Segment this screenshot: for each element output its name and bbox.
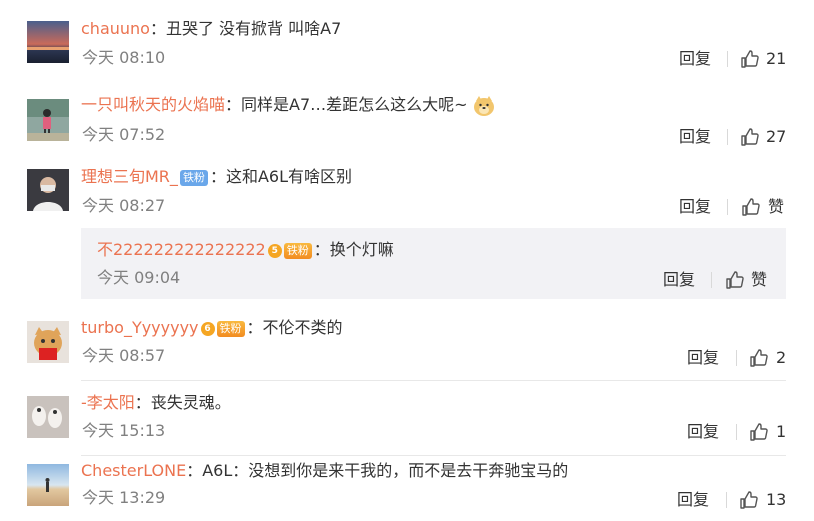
thumbs-up-icon[interactable] bbox=[749, 348, 769, 368]
thumbs-up-icon[interactable] bbox=[740, 49, 760, 69]
comment-line: 不222222222222222 5 铁粉 ：换个灯嘛 bbox=[97, 238, 394, 262]
action-divider bbox=[727, 129, 728, 145]
avatar[interactable] bbox=[27, 464, 69, 506]
level-badge[interactable]: 6 bbox=[200, 321, 215, 336]
username-link[interactable]: chauuno bbox=[81, 19, 150, 38]
avatar[interactable] bbox=[27, 396, 69, 438]
doge-emoji-icon bbox=[473, 95, 494, 116]
username-link[interactable]: 理想三旬MR_ bbox=[81, 167, 178, 186]
comment-text: 丑哭了 没有掀背 叫啥A7 bbox=[165, 19, 342, 38]
reply-button[interactable]: 回复 bbox=[663, 270, 695, 290]
separator: ： bbox=[134, 393, 151, 412]
reply-button[interactable]: 回复 bbox=[687, 422, 719, 442]
comment-text: 同样是A7…差距怎么这么大呢~ bbox=[241, 95, 468, 114]
thumbs-up-icon[interactable] bbox=[741, 197, 761, 217]
fan-badge[interactable]: 铁粉 bbox=[179, 169, 208, 186]
comment-item: turbo_Yyyyyyy 6 铁粉 ：不伦不类的 今天 08:57 回复 2 bbox=[0, 306, 814, 380]
reply-button[interactable]: 回复 bbox=[687, 348, 719, 368]
separator: ： bbox=[225, 95, 242, 114]
comment-text: 丧失灵魂。 bbox=[150, 393, 231, 412]
comment-text: 不伦不类的 bbox=[262, 318, 343, 337]
avatar[interactable] bbox=[27, 169, 69, 211]
like-count: 1 bbox=[776, 422, 787, 441]
comment-line: -李太阳：丧失灵魂。 bbox=[81, 391, 231, 415]
comment-line: 理想三旬MR_ 铁粉 ：这和A6L有啥区别 bbox=[81, 165, 352, 189]
comment-time: 今天 08:27 bbox=[82, 196, 166, 215]
fan-badge[interactable]: 铁粉 bbox=[283, 242, 312, 259]
comment-text: 换个灯嘛 bbox=[329, 240, 394, 259]
username-link[interactable]: -李太阳 bbox=[81, 393, 135, 412]
level-badge[interactable]: 5 bbox=[267, 243, 282, 258]
comment-text: A6L：没想到你是来干我的，而不是去干奔驰宝马的 bbox=[202, 461, 569, 480]
action-divider bbox=[736, 350, 737, 366]
fan-badge[interactable]: 铁粉 bbox=[216, 320, 245, 337]
reply-button[interactable]: 回复 bbox=[679, 127, 711, 147]
comment-text: 这和A6L有啥区别 bbox=[225, 167, 352, 186]
reply-button[interactable]: 回复 bbox=[679, 197, 711, 217]
avatar[interactable] bbox=[27, 321, 69, 363]
comment-item: ChesterLONE：A6L：没想到你是来干我的，而不是去干奔驰宝马的 今天 … bbox=[0, 456, 814, 521]
separator: ： bbox=[209, 167, 226, 186]
comment-time: 今天 09:04 bbox=[97, 268, 181, 287]
reply-button[interactable]: 回复 bbox=[677, 490, 709, 510]
avatar[interactable] bbox=[27, 99, 69, 141]
separator: ： bbox=[313, 240, 330, 259]
comment-line: turbo_Yyyyyyy 6 铁粉 ：不伦不类的 bbox=[81, 316, 343, 340]
comment-line: 一只叫秋天的火焰喵：同样是A7…差距怎么这么大呢~ bbox=[81, 93, 495, 117]
action-divider bbox=[726, 492, 727, 508]
comment-time: 今天 13:29 bbox=[82, 488, 166, 507]
comment-line: ChesterLONE：A6L：没想到你是来干我的，而不是去干奔驰宝马的 bbox=[81, 459, 568, 483]
comment-item: chauuno：丑哭了 没有掀背 叫啥A7 今天 08:10 回复 21 bbox=[0, 0, 814, 75]
comment-line: chauuno：丑哭了 没有掀背 叫啥A7 bbox=[81, 17, 341, 41]
separator: ： bbox=[246, 318, 263, 337]
username-link[interactable]: 一只叫秋天的火焰喵 bbox=[81, 95, 225, 114]
comment-time: 今天 08:10 bbox=[82, 48, 166, 67]
comment-time: 今天 15:13 bbox=[82, 421, 166, 440]
like-label[interactable]: 赞 bbox=[751, 270, 767, 290]
action-divider bbox=[727, 51, 728, 67]
thumbs-up-icon[interactable] bbox=[749, 422, 769, 442]
comment-time: 今天 08:57 bbox=[82, 346, 166, 365]
action-divider bbox=[736, 424, 737, 440]
comment-item: -李太阳：丧失灵魂。 今天 15:13 回复 1 bbox=[0, 381, 814, 455]
username-link[interactable]: 不222222222222222 bbox=[97, 240, 266, 259]
like-count: 21 bbox=[766, 49, 787, 68]
comment-item: 一只叫秋天的火焰喵：同样是A7…差距怎么这么大呢~ 今天 07:52 回复 27 bbox=[0, 75, 814, 155]
sub-reply: 不222222222222222 5 铁粉 ：换个灯嘛 今天 09:04 回复 赞 bbox=[81, 228, 786, 299]
like-count: 13 bbox=[766, 490, 787, 509]
thumbs-up-icon[interactable] bbox=[740, 127, 760, 147]
separator: ： bbox=[149, 19, 166, 38]
like-count: 27 bbox=[766, 127, 787, 146]
reply-button[interactable]: 回复 bbox=[679, 49, 711, 69]
thumbs-up-icon[interactable] bbox=[725, 270, 745, 290]
username-link[interactable]: turbo_Yyyyyyy bbox=[81, 318, 199, 337]
username-link[interactable]: ChesterLONE bbox=[81, 461, 186, 480]
action-divider bbox=[711, 272, 712, 288]
thumbs-up-icon[interactable] bbox=[739, 490, 759, 510]
like-count: 2 bbox=[776, 348, 787, 367]
separator: ： bbox=[186, 461, 203, 480]
avatar[interactable] bbox=[27, 21, 69, 63]
like-label[interactable]: 赞 bbox=[768, 197, 784, 217]
comment-time: 今天 07:52 bbox=[82, 125, 166, 144]
action-divider bbox=[727, 199, 728, 215]
